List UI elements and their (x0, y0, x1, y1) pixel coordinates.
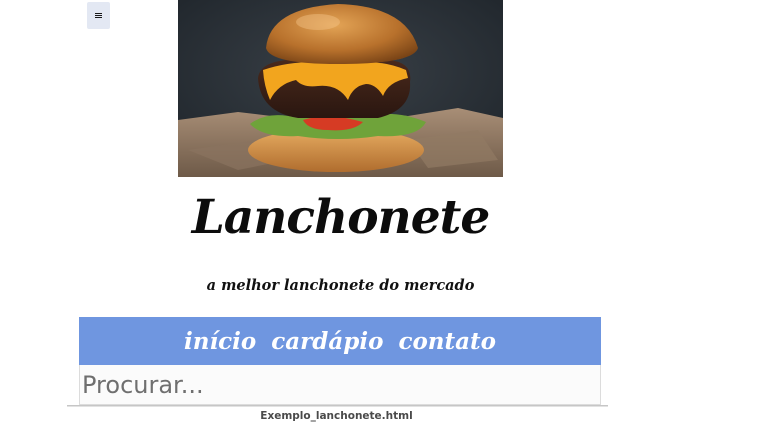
nav-link-inicio[interactable]: início (184, 328, 256, 355)
hero-burger-image (178, 0, 503, 177)
menu-toggle-button[interactable] (87, 2, 110, 29)
file-name-caption: Exemplo_lanchonete.html (260, 410, 413, 422)
search-input[interactable] (79, 365, 601, 405)
window-bottom-edge (67, 405, 608, 407)
nav-link-cardapio[interactable]: cardápio (271, 328, 383, 355)
main-navbar: início cardápio contato (79, 317, 601, 365)
hamburger-menu-icon (95, 12, 102, 19)
brand-tagline: a melhor lanchonete do mercado (206, 277, 475, 294)
page: Lanchonete a melhor lanchonete do mercad… (0, 0, 775, 424)
brand-title: Lanchonete (191, 190, 491, 245)
burger-illustration (178, 0, 503, 177)
nav-link-contato[interactable]: contato (398, 328, 496, 355)
